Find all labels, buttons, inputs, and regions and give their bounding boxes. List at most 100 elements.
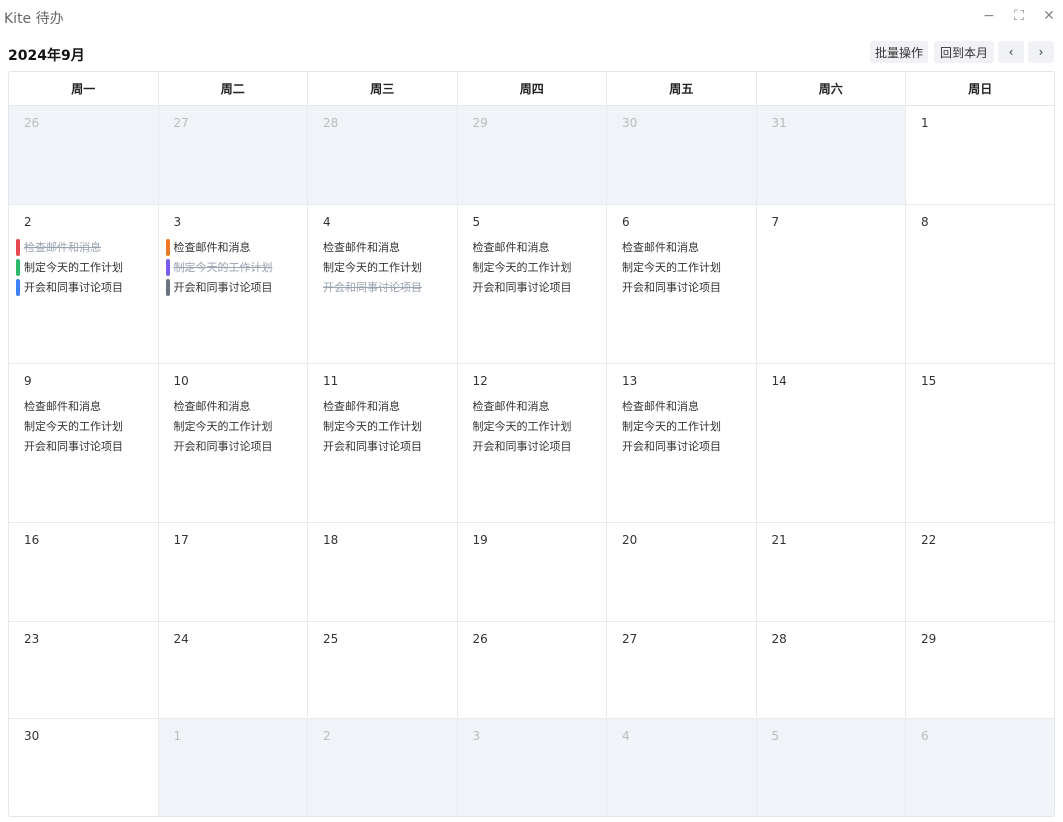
- task-item[interactable]: 检查邮件和消息: [165, 239, 251, 256]
- day-cell[interactable]: 4: [607, 719, 757, 816]
- task-item[interactable]: 制定今天的工作计划: [165, 259, 273, 276]
- day-number: 14: [771, 374, 787, 388]
- task-item[interactable]: 检查邮件和消息: [24, 398, 101, 415]
- task-item[interactable]: 制定今天的工作计划: [24, 418, 123, 435]
- task-item[interactable]: 检查邮件和消息: [16, 239, 101, 256]
- task-item[interactable]: 开会和同事讨论项目: [174, 438, 273, 455]
- day-number: 30: [622, 116, 638, 130]
- day-cell[interactable]: 20: [607, 523, 757, 622]
- task-label: 制定今天的工作计划: [173, 261, 273, 274]
- day-number: 8: [921, 215, 929, 229]
- day-cell[interactable]: 29: [457, 106, 607, 205]
- day-cell[interactable]: 27: [158, 106, 308, 205]
- task-item[interactable]: 开会和同事讨论项目: [473, 279, 572, 296]
- day-cell[interactable]: 26: [457, 622, 607, 719]
- task-item[interactable]: 检查邮件和消息: [323, 398, 400, 415]
- task-label: 制定今天的工作计划: [24, 261, 123, 274]
- day-cell[interactable]: 31: [756, 106, 906, 205]
- day-cell[interactable]: 14: [756, 364, 906, 523]
- task-color-marker: [165, 239, 170, 256]
- maximize-icon[interactable]: ⛶: [1009, 6, 1029, 26]
- task-item[interactable]: 开会和同事讨论项目: [473, 438, 572, 455]
- day-cell[interactable]: 2: [308, 719, 458, 816]
- day-number: 4: [622, 729, 630, 743]
- task-item[interactable]: 制定今天的工作计划: [622, 259, 721, 276]
- task-item[interactable]: 制定今天的工作计划: [16, 259, 123, 276]
- task-label: 检查邮件和消息: [472, 400, 550, 413]
- task-label: 制定今天的工作计划: [323, 420, 422, 433]
- day-cell[interactable]: 6 检查邮件和消息 制定今天的工作计划 开会和同事讨论项目: [607, 205, 757, 364]
- task-label: 检查邮件和消息: [323, 241, 400, 254]
- day-number: 1: [921, 116, 929, 130]
- prev-month-button[interactable]: ‹: [998, 41, 1024, 63]
- day-cell[interactable]: 4 检查邮件和消息 制定今天的工作计划 开会和同事讨论项目: [308, 205, 458, 364]
- day-cell[interactable]: 29: [906, 622, 1054, 719]
- day-cell[interactable]: 21: [756, 523, 906, 622]
- next-month-button[interactable]: ›: [1028, 41, 1054, 63]
- day-cell[interactable]: 26: [9, 106, 159, 205]
- day-number: 30: [24, 729, 40, 743]
- day-cell[interactable]: 8: [906, 205, 1054, 364]
- day-cell[interactable]: 16: [9, 523, 159, 622]
- batch-operation-button[interactable]: 批量操作: [870, 41, 928, 63]
- day-cell[interactable]: 13 检查邮件和消息 制定今天的工作计划 开会和同事讨论项目: [607, 364, 757, 523]
- task-label: 制定今天的工作计划: [173, 420, 273, 433]
- task-item[interactable]: 制定今天的工作计划: [473, 259, 572, 276]
- day-number: 26: [24, 116, 40, 130]
- day-number: 1: [173, 729, 182, 743]
- day-cell[interactable]: 24: [158, 622, 308, 719]
- day-cell[interactable]: 6: [906, 719, 1054, 816]
- day-cell[interactable]: 30: [607, 106, 757, 205]
- day-cell[interactable]: 15: [906, 364, 1054, 523]
- task-item[interactable]: 制定今天的工作计划: [473, 418, 572, 435]
- task-item[interactable]: 开会和同事讨论项目: [165, 279, 273, 296]
- task-item[interactable]: 开会和同事讨论项目: [323, 438, 422, 455]
- day-cell[interactable]: 10 检查邮件和消息制定今天的工作计划开会和同事讨论项目: [158, 364, 308, 523]
- day-cell[interactable]: 17: [158, 523, 308, 622]
- day-cell[interactable]: 1: [906, 106, 1054, 205]
- day-cell[interactable]: 3: [457, 719, 607, 816]
- task-item[interactable]: 检查邮件和消息: [323, 239, 400, 256]
- day-cell[interactable]: 19: [457, 523, 607, 622]
- task-item[interactable]: 开会和同事讨论项目: [16, 279, 123, 296]
- day-cell[interactable]: 27: [607, 622, 757, 719]
- day-cell[interactable]: 18: [308, 523, 458, 622]
- task-item[interactable]: 开会和同事讨论项目: [622, 438, 721, 455]
- task-item[interactable]: 开会和同事讨论项目: [24, 438, 123, 455]
- day-cell[interactable]: 12 检查邮件和消息 制定今天的工作计划 开会和同事讨论项目: [457, 364, 607, 523]
- chevron-right-icon: ›: [1038, 45, 1044, 59]
- task-item[interactable]: 检查邮件和消息: [473, 398, 550, 415]
- day-cell[interactable]: 3 检查邮件和消息 制定今天的工作计划 开会和同事讨论项目: [158, 205, 308, 364]
- day-cell[interactable]: 28: [756, 622, 906, 719]
- day-cell[interactable]: 5: [756, 719, 906, 816]
- day-cell[interactable]: 25: [308, 622, 458, 719]
- task-item[interactable]: 检查邮件和消息: [622, 398, 699, 415]
- task-color-marker: [16, 279, 20, 296]
- task-item[interactable]: 制定今天的工作计划: [323, 259, 422, 276]
- day-cell[interactable]: 30: [9, 719, 159, 816]
- task-item[interactable]: 制定今天的工作计划: [174, 418, 273, 435]
- day-cell[interactable]: 23: [9, 622, 159, 719]
- task-item[interactable]: 制定今天的工作计划: [622, 418, 721, 435]
- task-item[interactable]: 检查邮件和消息: [473, 239, 550, 256]
- day-cell[interactable]: 9 检查邮件和消息 制定今天的工作计划 开会和同事讨论项目: [9, 364, 159, 523]
- day-cell[interactable]: 28: [308, 106, 458, 205]
- day-cell[interactable]: 7: [756, 205, 906, 364]
- day-cell[interactable]: 11 检查邮件和消息 制定今天的工作计划 开会和同事讨论项目: [308, 364, 458, 523]
- task-item[interactable]: 制定今天的工作计划: [323, 418, 422, 435]
- month-title: 2024年9月: [8, 48, 85, 64]
- close-icon[interactable]: ✕: [1039, 6, 1059, 26]
- day-cell[interactable]: 22: [906, 523, 1054, 622]
- task-item[interactable]: 检查邮件和消息: [174, 398, 251, 415]
- day-cell[interactable]: 2 检查邮件和消息 制定今天的工作计划 开会和同事讨论项目: [9, 205, 159, 364]
- day-number: 10: [173, 374, 189, 388]
- task-item[interactable]: 检查邮件和消息: [622, 239, 699, 256]
- day-cell[interactable]: 5 检查邮件和消息 制定今天的工作计划 开会和同事讨论项目: [457, 205, 607, 364]
- task-item[interactable]: 开会和同事讨论项目: [323, 279, 422, 296]
- day-cell[interactable]: 1: [158, 719, 308, 816]
- minimize-icon[interactable]: −: [979, 6, 999, 26]
- task-label: 开会和同事讨论项目: [323, 440, 422, 453]
- task-item[interactable]: 开会和同事讨论项目: [622, 279, 721, 296]
- back-to-month-button[interactable]: 回到本月: [934, 41, 994, 63]
- day-number: 21: [771, 533, 787, 547]
